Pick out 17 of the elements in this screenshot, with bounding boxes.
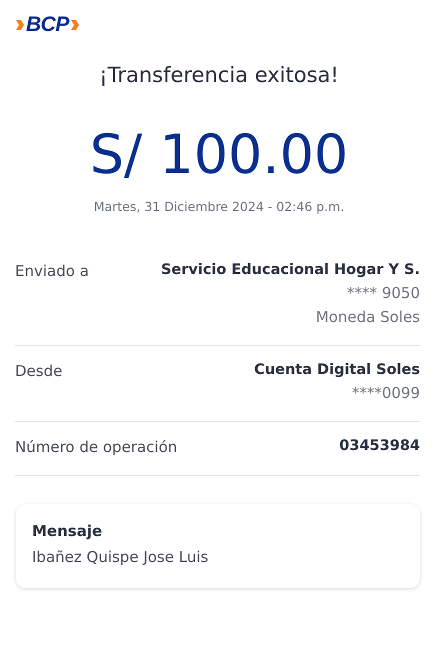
- chevron-icon: [15, 19, 25, 31]
- message-text: Ibañez Quispe Jose Luis: [32, 548, 210, 566]
- amount: S/ 100.00: [88, 123, 350, 187]
- message-label: Mensaje: [32, 522, 104, 540]
- detail-value: Servicio Educacional Hogar Y S.: [160, 262, 420, 278]
- success-title: ¡Transferencia exitosa!: [98, 63, 340, 87]
- detail-subvalue: ****0099: [352, 384, 420, 402]
- detail-value: 03453984: [339, 438, 420, 454]
- detail-label: Enviado a: [15, 262, 89, 282]
- chevron-icon: [70, 19, 80, 31]
- detail-subvalue: **** 9050: [347, 284, 420, 302]
- logo: BCP: [26, 13, 69, 37]
- detail-label: Número de operación: [15, 438, 178, 456]
- detail-label: Desde: [15, 362, 62, 382]
- date-text: Martes, 31 Diciembre 2024 - 02:46 p.m.: [92, 199, 346, 214]
- detail-subvalue: Moneda Soles: [316, 308, 420, 326]
- detail-value: Cuenta Digital Soles: [254, 362, 420, 378]
